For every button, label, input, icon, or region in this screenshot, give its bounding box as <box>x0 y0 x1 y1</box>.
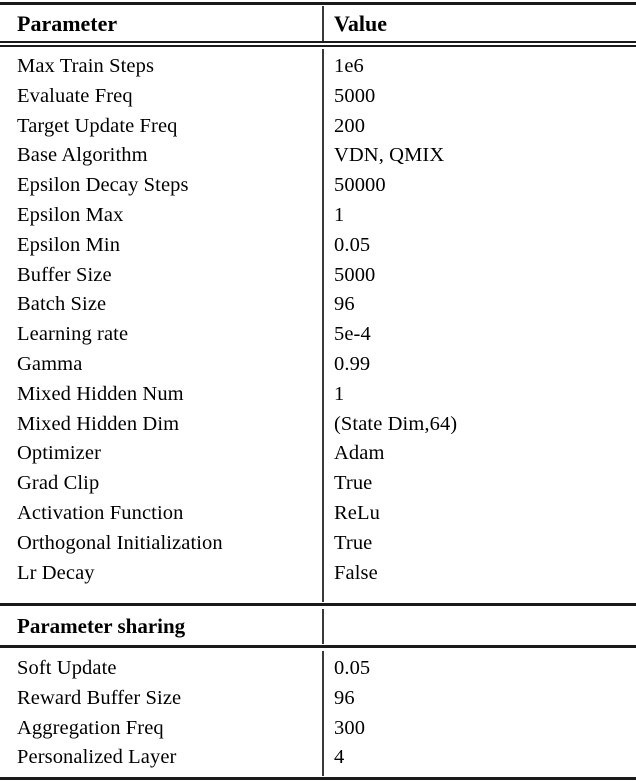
table-row: Reward Buffer Size 96 <box>0 684 636 714</box>
parameter-value: 200 <box>334 114 366 137</box>
table-row: Mixed Hidden Dim (State Dim,64) <box>0 410 636 440</box>
parameter-name: Base Algorithm <box>17 144 148 167</box>
table-row: Epsilon Min 0.05 <box>0 231 636 261</box>
table-row: Orthogonal Initialization True <box>0 529 636 559</box>
parameter-value: 96 <box>334 686 355 709</box>
parameter-name: Activation Function <box>17 501 184 524</box>
parameter-value: 0.99 <box>334 352 371 375</box>
parameter-value: 300 <box>334 716 366 739</box>
parameter-value: 0.05 <box>334 233 371 256</box>
parameter-name: Personalized Layer <box>17 746 177 769</box>
table-body-main: Max Train Steps 1e6 Evaluate Freq 5000 Targe… <box>0 52 636 588</box>
header-rule-upper <box>0 41 636 43</box>
parameter-value: 96 <box>334 293 355 316</box>
parameter-value: True <box>334 472 373 495</box>
parameter-name: Soft Update <box>17 657 117 679</box>
column-header-parameter: Parameter <box>17 11 118 36</box>
parameter-name: Orthogonal Initialization <box>17 531 223 554</box>
parameter-name: Mixed Hidden Num <box>17 382 184 405</box>
parameter-name: Aggregation Freq <box>17 716 164 739</box>
header-rule-lower <box>0 45 636 47</box>
parameter-name: Batch Size <box>17 293 107 316</box>
parameter-value: 1 <box>334 382 345 405</box>
table-row: Epsilon Max 1 <box>0 201 636 231</box>
table-row: Base Algorithm VDN, QMIX <box>0 141 636 171</box>
section-rule-above <box>0 603 636 606</box>
parameter-name: Epsilon Max <box>17 203 124 226</box>
parameter-value: 1e6 <box>334 55 364 77</box>
parameter-value: ReLu <box>334 501 380 524</box>
table-top-rule <box>0 2 636 5</box>
parameter-name: Learning rate <box>17 323 129 346</box>
parameter-name: Mixed Hidden Dim <box>17 412 180 435</box>
table-row: Gamma 0.99 <box>0 350 636 380</box>
table-row: Learning rate 5e-4 <box>0 320 636 350</box>
parameter-value: 5e-4 <box>334 323 371 346</box>
parameter-value: 5000 <box>334 84 376 107</box>
table-row: Epsilon Decay Steps 50000 <box>0 171 636 201</box>
parameter-name: Gamma <box>17 352 83 375</box>
parameter-name: Buffer Size <box>17 263 112 286</box>
table-row: Batch Size 96 <box>0 290 636 320</box>
parameter-name: Reward Buffer Size <box>17 686 182 709</box>
section-title-parameter-sharing: Parameter sharing <box>17 614 186 638</box>
parameter-name: Grad Clip <box>17 472 100 495</box>
table-row: Buffer Size 5000 <box>0 261 636 291</box>
parameter-name: Epsilon Min <box>17 233 121 256</box>
table-body-parameter-sharing: Soft Update 0.05 Reward Buffer Size 96 Aggre… <box>0 654 636 773</box>
parameter-value: 0.05 <box>334 657 371 679</box>
table-row: Target Update Freq 200 <box>0 112 636 142</box>
section-header-row: Parameter sharing <box>0 610 636 642</box>
table-row: Aggregation Freq 300 <box>0 714 636 744</box>
parameter-value: 4 <box>334 746 345 769</box>
parameter-value: True <box>334 531 373 554</box>
table-row: Soft Update 0.05 <box>0 654 636 684</box>
parameter-name: Epsilon Decay Steps <box>17 174 189 197</box>
hyperparameter-table: Parameter Value Max Train Steps 1e6 Evalua… <box>0 0 636 784</box>
parameter-value: (State Dim,64) <box>334 412 458 435</box>
parameter-name: Evaluate Freq <box>17 84 133 107</box>
table-row: Evaluate Freq 5000 <box>0 82 636 112</box>
table-bottom-rule <box>0 777 636 780</box>
parameter-value: False <box>334 561 378 584</box>
parameter-value: 5000 <box>334 263 376 286</box>
table-row: Grad Clip True <box>0 469 636 499</box>
table-header-row: Parameter Value <box>0 8 636 40</box>
table-row: Optimizer Adam <box>0 439 636 469</box>
parameter-name: Target Update Freq <box>17 114 178 137</box>
table-row: Activation Function ReLu <box>0 499 636 529</box>
parameter-value: VDN, QMIX <box>334 144 445 167</box>
parameter-name: Lr Decay <box>17 561 95 584</box>
table-row: Mixed Hidden Num 1 <box>0 380 636 410</box>
table-row: Max Train Steps 1e6 <box>0 52 636 82</box>
parameter-name: Max Train Steps <box>17 55 155 77</box>
parameter-value: 1 <box>334 203 345 226</box>
parameter-value: 50000 <box>334 174 386 197</box>
column-header-value: Value <box>334 11 387 36</box>
section-rule-below <box>0 645 636 648</box>
parameter-value: Adam <box>334 442 385 465</box>
parameter-name: Optimizer <box>17 442 102 465</box>
table-row: Personalized Layer 4 <box>0 743 636 773</box>
table-row: Lr Decay False <box>0 559 636 589</box>
